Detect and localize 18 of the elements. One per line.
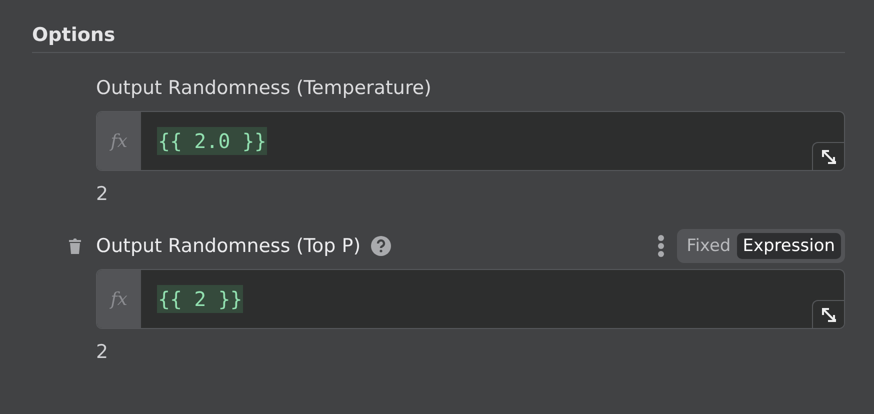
expression-code: {{ 2 }} xyxy=(157,285,244,313)
expression-field[interactable]: fx {{ 2 }} xyxy=(96,269,845,329)
help-icon[interactable] xyxy=(370,236,391,256)
fx-label: fx xyxy=(97,270,141,328)
mode-option[interactable]: Fixed xyxy=(680,233,737,259)
expand-icon[interactable] xyxy=(812,142,844,170)
expression-field[interactable]: fx {{ 2.0 }} xyxy=(96,111,845,171)
expression-code: {{ 2.0 }} xyxy=(157,127,268,155)
expand-icon[interactable] xyxy=(812,300,844,328)
section-title: Options xyxy=(32,24,845,53)
mode-option[interactable]: Expression xyxy=(736,233,841,259)
parameter-label: Output Randomness (Temperature) xyxy=(96,77,432,99)
result-value: 2 xyxy=(96,183,110,205)
trash-icon[interactable] xyxy=(68,238,82,254)
fx-label: fx xyxy=(97,112,141,170)
more-icon[interactable] xyxy=(656,234,665,258)
result-value: 2 xyxy=(96,341,110,363)
parameter-label: Output Randomness (Top P) xyxy=(96,235,361,257)
